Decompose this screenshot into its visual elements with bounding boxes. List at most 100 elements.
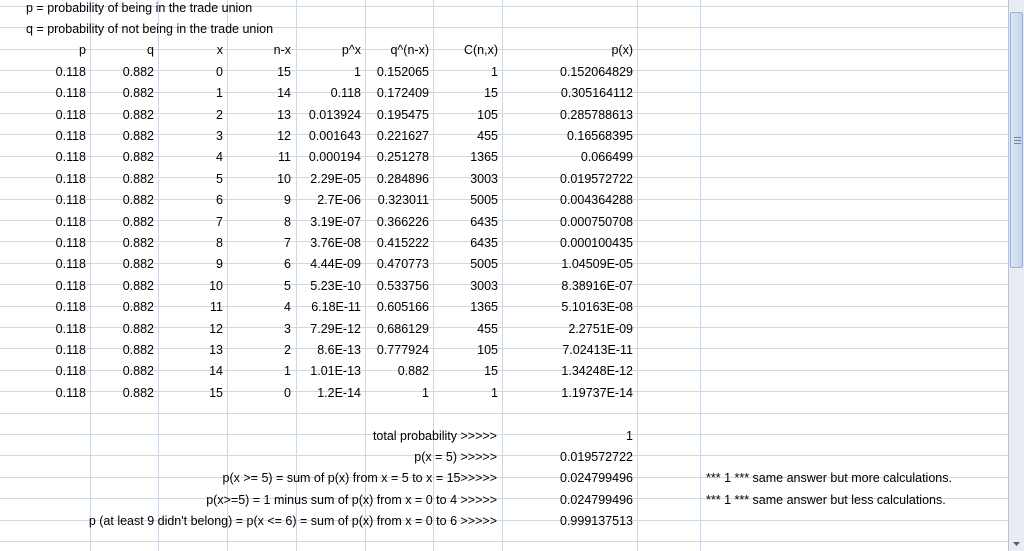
table-cell[interactable]: 0.323011 bbox=[365, 190, 429, 211]
note-p-definition[interactable]: p = probability of being in the trade un… bbox=[26, 0, 252, 19]
table-cell[interactable]: 0.882 bbox=[90, 190, 154, 211]
table-cell[interactable]: 0.004364288 bbox=[502, 190, 633, 211]
table-cell[interactable]: 0.882 bbox=[365, 361, 429, 382]
table-cell[interactable]: 9 bbox=[227, 190, 291, 211]
table-cell[interactable]: 0.118 bbox=[0, 361, 86, 382]
table-cell[interactable]: 3.19E-07 bbox=[296, 212, 361, 233]
table-cell[interactable]: 5.10163E-08 bbox=[502, 297, 633, 318]
table-cell[interactable]: 2.2751E-09 bbox=[502, 319, 633, 340]
table-cell[interactable]: 0.118 bbox=[0, 126, 86, 147]
summary-value[interactable]: 0.024799496 bbox=[502, 468, 633, 489]
table-cell[interactable]: 0.533756 bbox=[365, 276, 429, 297]
table-cell[interactable]: 0.195475 bbox=[365, 105, 429, 126]
table-cell[interactable]: 0.16568395 bbox=[502, 126, 633, 147]
table-cell[interactable]: 11 bbox=[158, 297, 223, 318]
table-cell[interactable]: 0.118 bbox=[0, 383, 86, 404]
scroll-down-arrow-icon[interactable] bbox=[1010, 537, 1023, 550]
table-cell[interactable]: 1 bbox=[433, 62, 498, 83]
table-cell[interactable]: 6435 bbox=[433, 233, 498, 254]
table-cell[interactable]: 8 bbox=[158, 233, 223, 254]
table-cell[interactable]: 5.23E-10 bbox=[296, 276, 361, 297]
summary-value[interactable]: 0.999137513 bbox=[502, 511, 633, 532]
table-cell[interactable]: 0.118 bbox=[0, 105, 86, 126]
table-cell[interactable]: 105 bbox=[433, 340, 498, 361]
table-cell[interactable]: 0.221627 bbox=[365, 126, 429, 147]
spreadsheet-grid[interactable]: p = probability of being in the trade un… bbox=[0, 0, 1008, 551]
column-header-7[interactable]: p(x) bbox=[502, 40, 633, 61]
table-cell[interactable]: 13 bbox=[158, 340, 223, 361]
table-cell[interactable]: 6.18E-11 bbox=[296, 297, 361, 318]
column-header-5[interactable]: q^(n-x) bbox=[365, 40, 429, 61]
table-cell[interactable]: 7 bbox=[227, 233, 291, 254]
table-cell[interactable]: 2.29E-05 bbox=[296, 169, 361, 190]
table-cell[interactable]: 0.000750708 bbox=[502, 212, 633, 233]
table-cell[interactable]: 1.01E-13 bbox=[296, 361, 361, 382]
column-header-1[interactable]: q bbox=[90, 40, 154, 61]
table-cell[interactable]: 7.02413E-11 bbox=[502, 340, 633, 361]
table-cell[interactable]: 0.152064829 bbox=[502, 62, 633, 83]
column-header-2[interactable]: x bbox=[158, 40, 223, 61]
table-cell[interactable]: 6 bbox=[158, 190, 223, 211]
table-cell[interactable]: 0 bbox=[227, 383, 291, 404]
table-cell[interactable]: 7 bbox=[158, 212, 223, 233]
table-cell[interactable]: 0.882 bbox=[90, 83, 154, 104]
table-cell[interactable]: 1.04509E-05 bbox=[502, 254, 633, 275]
table-cell[interactable]: 0.882 bbox=[90, 233, 154, 254]
summary-label[interactable]: p (at least 9 didn't belong) = p(x <= 6)… bbox=[0, 511, 497, 532]
table-cell[interactable]: 0.882 bbox=[90, 319, 154, 340]
table-cell[interactable]: 3 bbox=[227, 319, 291, 340]
table-cell[interactable]: 0.000194 bbox=[296, 147, 361, 168]
table-cell[interactable]: 15 bbox=[227, 62, 291, 83]
table-cell[interactable]: 0.882 bbox=[90, 276, 154, 297]
table-cell[interactable]: 1 bbox=[433, 383, 498, 404]
table-cell[interactable]: 0.882 bbox=[90, 212, 154, 233]
table-cell[interactable]: 0.777924 bbox=[365, 340, 429, 361]
table-cell[interactable]: 0.066499 bbox=[502, 147, 633, 168]
column-header-4[interactable]: p^x bbox=[296, 40, 361, 61]
table-cell[interactable]: 1 bbox=[227, 361, 291, 382]
table-cell[interactable]: 3 bbox=[158, 126, 223, 147]
table-cell[interactable]: 0.118 bbox=[0, 62, 86, 83]
table-cell[interactable]: 10 bbox=[158, 276, 223, 297]
vertical-scrollbar[interactable] bbox=[1008, 0, 1024, 551]
table-cell[interactable]: 4 bbox=[227, 297, 291, 318]
table-cell[interactable]: 3003 bbox=[433, 169, 498, 190]
table-cell[interactable]: 0.118 bbox=[0, 254, 86, 275]
table-cell[interactable]: 0.118 bbox=[0, 233, 86, 254]
table-cell[interactable]: 0.366226 bbox=[365, 212, 429, 233]
table-cell[interactable]: 7.29E-12 bbox=[296, 319, 361, 340]
table-cell[interactable]: 8.6E-13 bbox=[296, 340, 361, 361]
table-cell[interactable]: 455 bbox=[433, 126, 498, 147]
table-cell[interactable]: 0.118 bbox=[0, 340, 86, 361]
table-cell[interactable]: 5005 bbox=[433, 254, 498, 275]
table-cell[interactable]: 0.882 bbox=[90, 169, 154, 190]
table-cell[interactable]: 0.118 bbox=[0, 190, 86, 211]
table-cell[interactable]: 1 bbox=[296, 62, 361, 83]
table-cell[interactable]: 14 bbox=[227, 83, 291, 104]
table-cell[interactable]: 4.44E-09 bbox=[296, 254, 361, 275]
summary-note[interactable]: *** 1 *** same answer but less calculati… bbox=[706, 490, 946, 511]
table-cell[interactable]: 0.118 bbox=[0, 297, 86, 318]
summary-value[interactable]: 0.019572722 bbox=[502, 447, 633, 468]
table-cell[interactable]: 1.2E-14 bbox=[296, 383, 361, 404]
summary-label[interactable]: total probability >>>>> bbox=[0, 426, 497, 447]
table-cell[interactable]: 0.118 bbox=[0, 212, 86, 233]
column-header-3[interactable]: n-x bbox=[227, 40, 291, 61]
table-cell[interactable]: 2 bbox=[158, 105, 223, 126]
table-cell[interactable]: 0.882 bbox=[90, 361, 154, 382]
table-cell[interactable]: 14 bbox=[158, 361, 223, 382]
table-cell[interactable]: 0.118 bbox=[0, 319, 86, 340]
column-header-0[interactable]: p bbox=[0, 40, 86, 61]
summary-label[interactable]: p(x >= 5) = sum of p(x) from x = 5 to x … bbox=[0, 468, 497, 489]
table-cell[interactable]: 0.882 bbox=[90, 383, 154, 404]
summary-value[interactable]: 1 bbox=[502, 426, 633, 447]
table-cell[interactable]: 13 bbox=[227, 105, 291, 126]
table-cell[interactable]: 9 bbox=[158, 254, 223, 275]
summary-note[interactable]: *** 1 *** same answer but more calculati… bbox=[706, 468, 952, 489]
table-cell[interactable]: 0.152065 bbox=[365, 62, 429, 83]
table-cell[interactable]: 5 bbox=[158, 169, 223, 190]
table-cell[interactable]: 5 bbox=[227, 276, 291, 297]
table-cell[interactable]: 5005 bbox=[433, 190, 498, 211]
table-cell[interactable]: 0.686129 bbox=[365, 319, 429, 340]
table-cell[interactable]: 0.605166 bbox=[365, 297, 429, 318]
